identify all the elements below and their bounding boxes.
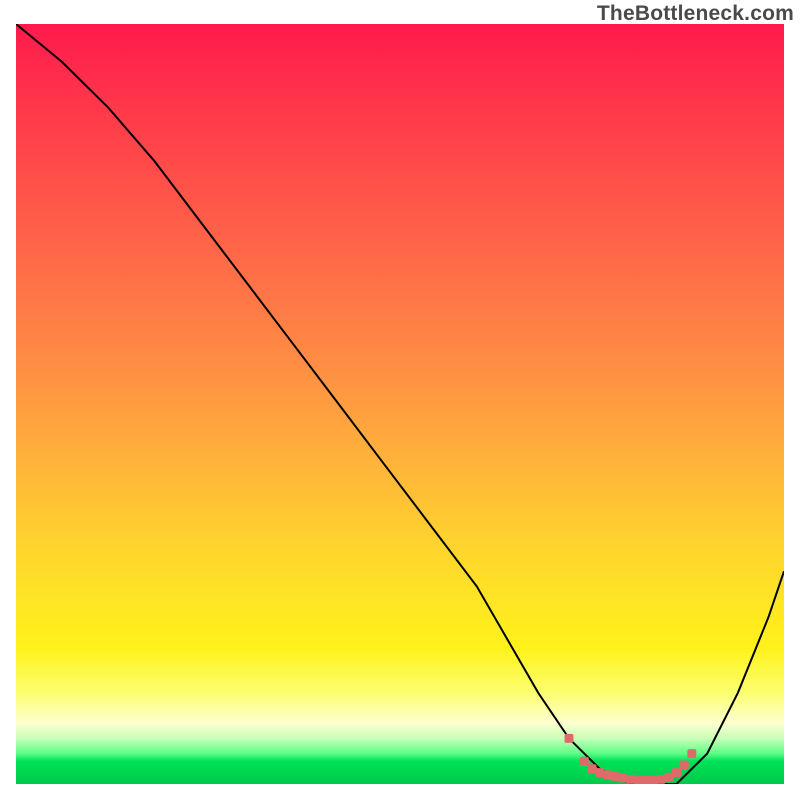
chart-container: TheBottleneck.com — [0, 0, 800, 800]
optimal-range-markers — [565, 734, 697, 784]
marker-point — [634, 776, 643, 784]
bottleneck-curve — [16, 24, 784, 784]
watermark-text: TheBottleneck.com — [597, 2, 794, 26]
marker-point — [618, 773, 627, 782]
plot-area — [16, 24, 784, 784]
marker-point — [680, 761, 689, 770]
marker-point — [565, 734, 574, 743]
marker-point — [657, 775, 666, 784]
marker-point — [595, 768, 604, 777]
marker-point — [649, 776, 658, 784]
marker-point — [611, 772, 620, 781]
marker-point — [580, 757, 589, 766]
marker-point — [687, 749, 696, 758]
marker-point — [664, 773, 673, 782]
marker-point — [588, 764, 597, 773]
chart-svg — [16, 24, 784, 784]
marker-point — [626, 775, 635, 784]
marker-point — [672, 768, 681, 777]
